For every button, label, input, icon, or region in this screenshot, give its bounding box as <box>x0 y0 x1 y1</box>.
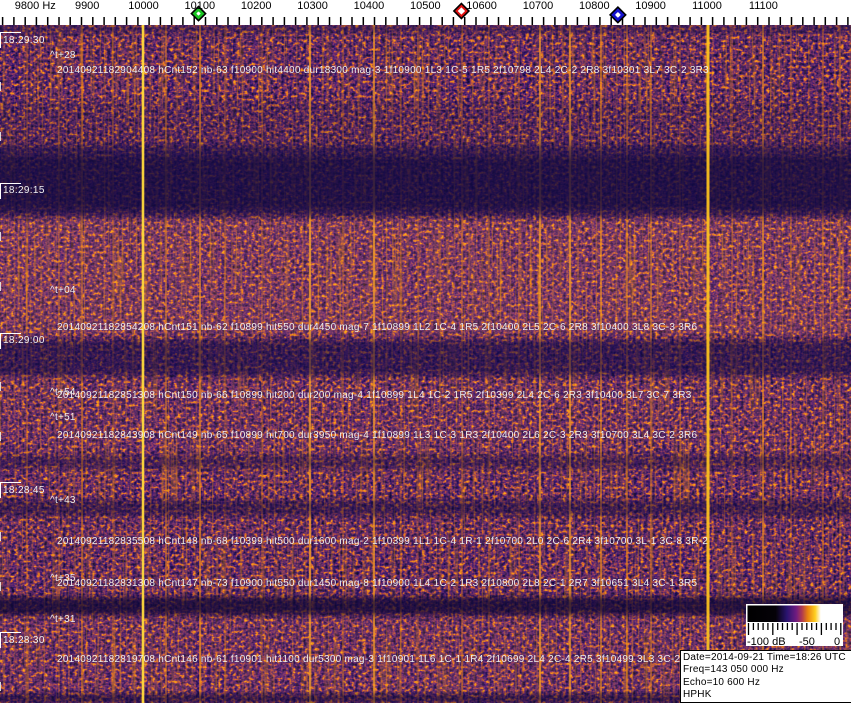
svg-text:-100 dB: -100 dB <box>747 636 786 646</box>
svg-text:-50: -50 <box>799 636 815 646</box>
svg-text:0: 0 <box>834 636 840 646</box>
